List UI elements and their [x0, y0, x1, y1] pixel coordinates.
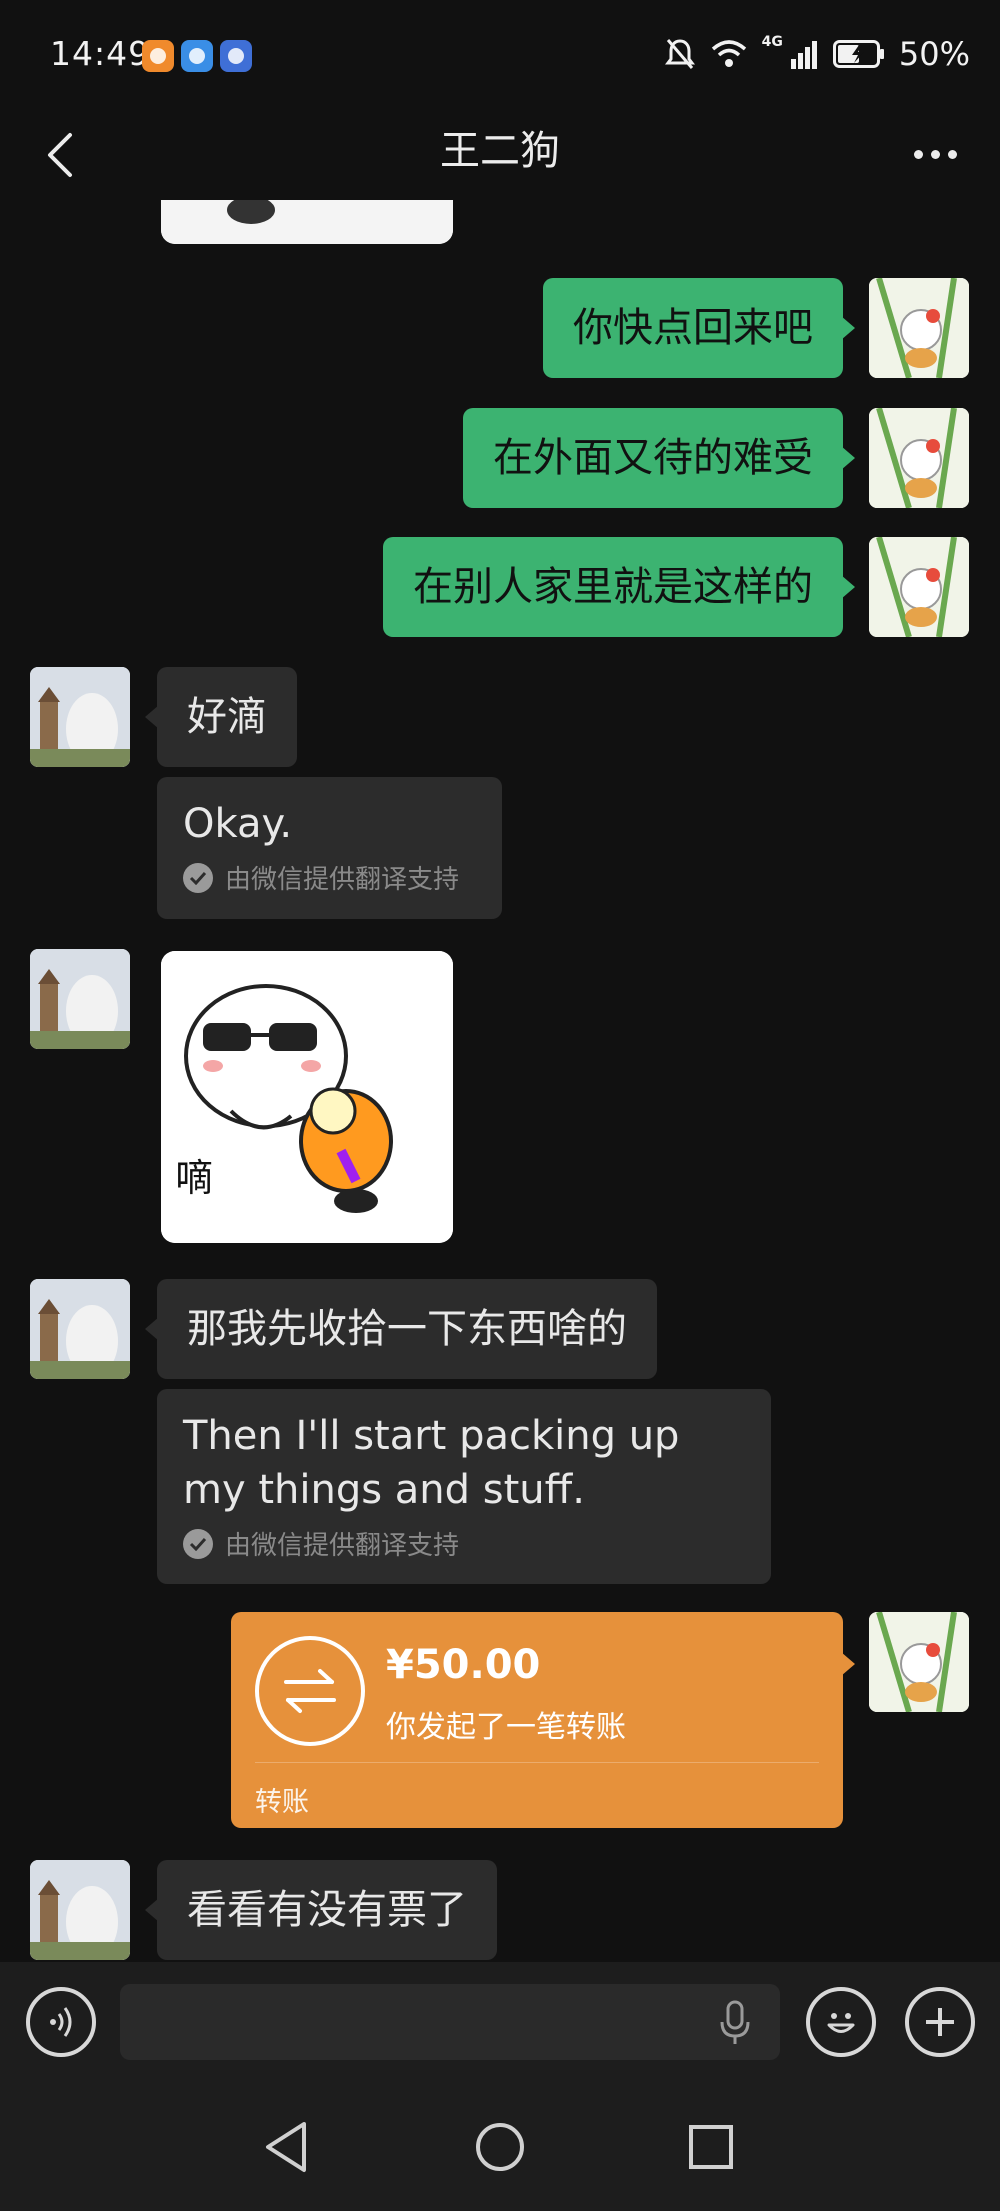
- network-type: 4G: [761, 34, 783, 50]
- mic-icon: [720, 2000, 750, 2044]
- voice-icon: [50, 2007, 72, 2037]
- avatar-image: [869, 1612, 969, 1712]
- transfer-icon: [255, 1636, 365, 1746]
- outgoing-message[interactable]: 你快点回来吧: [543, 278, 855, 378]
- incoming-message[interactable]: 那我先收拾一下东西啥的: [145, 1279, 657, 1379]
- plus-icon: [926, 2008, 954, 2036]
- contact-avatar[interactable]: [30, 1860, 130, 1960]
- message-list[interactable]: 你快点回来吧 在外面又待的难受 在别人家里就是这样的 好滴 Okay. 由微信提…: [0, 200, 1000, 1962]
- chat-title: 王二狗: [440, 128, 560, 174]
- translation-note: 由微信提供翻译支持: [225, 1531, 460, 1561]
- translation-card[interactable]: Okay. 由微信提供翻译支持: [157, 777, 502, 919]
- more-button[interactable]: [900, 124, 970, 184]
- transfer-label: 转账: [255, 1787, 309, 1818]
- sticker-caption: 嘀: [175, 1156, 214, 1200]
- more-icon: [913, 149, 923, 159]
- transfer-card[interactable]: ¥50.00 你发起了一笔转账 转账: [231, 1612, 855, 1828]
- avatar-image: [30, 667, 130, 767]
- nav-back-icon: [266, 2122, 306, 2172]
- input-bar: [0, 1962, 1000, 2082]
- contact-avatar[interactable]: [30, 1279, 130, 1379]
- check-icon: [183, 862, 213, 893]
- avatar-image: [869, 537, 969, 637]
- app-notification-icon: [142, 40, 174, 72]
- avatar-image: [869, 278, 969, 378]
- sticker-message-partial[interactable]: [161, 200, 453, 244]
- avatar-image: [30, 1279, 130, 1379]
- mic-button[interactable]: [710, 1998, 760, 2048]
- nav-home-icon: [476, 2123, 524, 2171]
- avatar-image: [30, 1860, 130, 1960]
- chat-header: 王二狗: [0, 110, 1000, 200]
- check-icon: [183, 1528, 213, 1559]
- nav-recents-icon: [689, 2125, 733, 2169]
- translation-note: 由微信提供翻译支持: [225, 865, 460, 895]
- my-avatar[interactable]: [869, 278, 969, 378]
- avatar-image: [30, 949, 130, 1049]
- emoji-button[interactable]: [806, 1987, 876, 2057]
- signal-icon: [790, 41, 817, 69]
- outgoing-message[interactable]: 在外面又待的难受: [463, 408, 855, 508]
- transfer-amount: ¥50.00: [386, 1642, 541, 1688]
- contact-avatar[interactable]: [30, 667, 130, 767]
- my-avatar[interactable]: [869, 537, 969, 637]
- status-indicators: 4G 50%: [664, 34, 970, 74]
- incoming-message[interactable]: 好滴: [145, 667, 297, 767]
- sticker-message[interactable]: 嘀: [161, 951, 453, 1243]
- mute-icon: [664, 39, 695, 69]
- my-avatar[interactable]: [869, 1612, 969, 1712]
- status-bar: 14:49 4G 50%: [0, 0, 1000, 110]
- message-input[interactable]: [120, 1984, 780, 2060]
- wifi-icon: [711, 40, 746, 67]
- nav-home-button[interactable]: [465, 2112, 535, 2182]
- nav-back-button[interactable]: [252, 2112, 322, 2182]
- transfer-description: 你发起了一笔转账: [386, 1710, 626, 1745]
- plus-button[interactable]: [905, 1987, 975, 2057]
- translation-footer: 由微信提供翻译支持: [183, 1525, 745, 1562]
- translation-card[interactable]: Then I'll start packing up my things and…: [157, 1389, 771, 1584]
- sticker-image: [161, 200, 453, 244]
- translation-text: Then I'll start packing up my things and…: [183, 1413, 693, 1513]
- translation-text: Okay.: [183, 801, 293, 847]
- outgoing-message[interactable]: 在别人家里就是这样的: [383, 537, 855, 637]
- system-navigation-bar: [0, 2082, 1000, 2211]
- emoji-icon: [827, 2013, 855, 2033]
- transfer-divider: [255, 1762, 819, 1763]
- weather-notification-icon: [181, 40, 213, 72]
- nav-recents-button[interactable]: [676, 2112, 746, 2182]
- contact-avatar[interactable]: [30, 949, 130, 1049]
- my-avatar[interactable]: [869, 408, 969, 508]
- voice-button[interactable]: [26, 1987, 96, 2057]
- battery-icon: [832, 40, 884, 68]
- app-notification-icon-2: [220, 40, 252, 72]
- avatar-image: [869, 408, 969, 508]
- battery-percent: 50%: [898, 35, 970, 73]
- incoming-message[interactable]: 看看有没有票了: [145, 1860, 497, 1960]
- translation-footer: 由微信提供翻译支持: [183, 859, 476, 896]
- status-time: 14:49: [50, 34, 151, 73]
